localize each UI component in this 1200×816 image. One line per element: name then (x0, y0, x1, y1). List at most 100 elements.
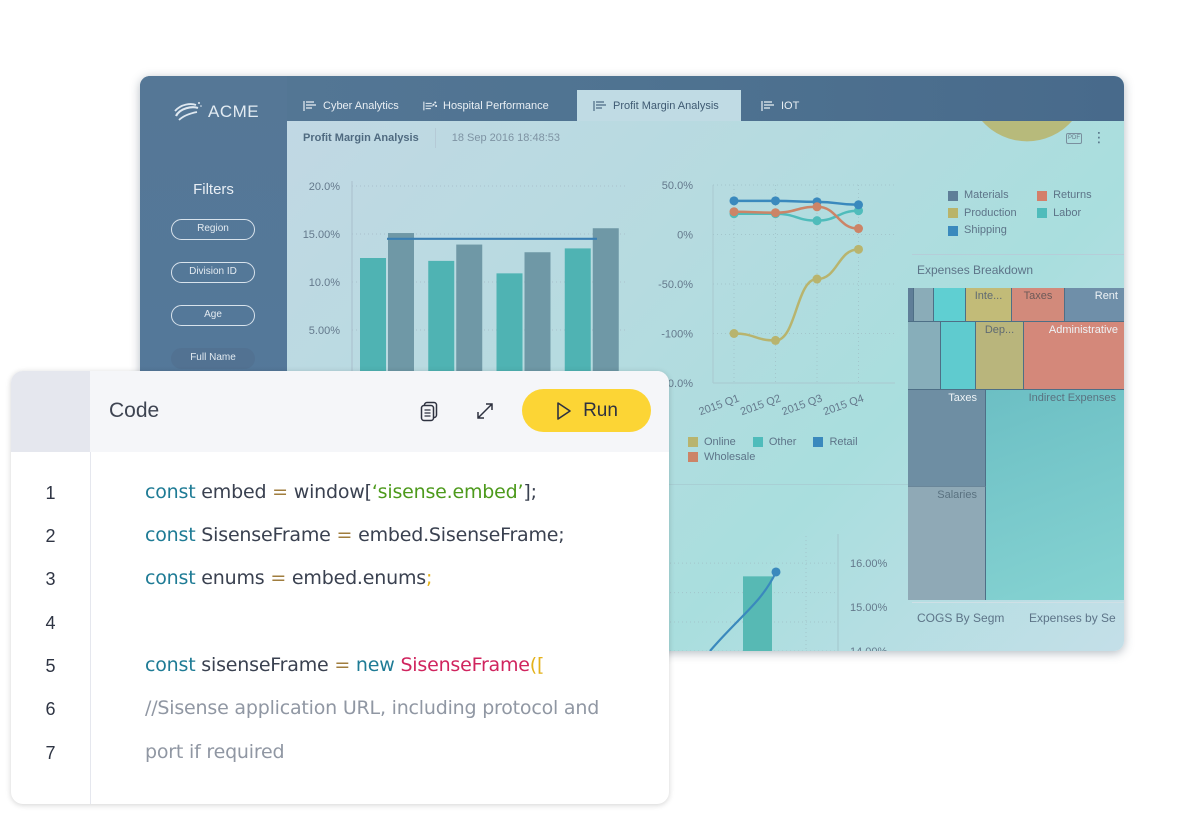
gutter-divider (90, 452, 91, 804)
data-point-wholesale (854, 224, 863, 234)
line-number: 1 (45, 483, 56, 503)
y-tick-label: 15.00% (850, 602, 888, 614)
treemap-label: Dep... (984, 324, 1015, 336)
treemap-cell-salaries[interactable]: Salaries (908, 486, 986, 600)
legend-item-other[interactable]: Other (752, 434, 797, 449)
legend-label: Other (768, 435, 797, 448)
tab-label: IOT (781, 99, 800, 112)
y-tick-label: 16.00% (850, 558, 888, 570)
dashboard-title: Profit Margin Analysis (303, 132, 419, 144)
filter-region[interactable]: Region (171, 219, 255, 240)
more-options-icon[interactable]: ⋮ (1092, 130, 1106, 144)
code-line: const embed = window[‘sisense.embed’]; (145, 481, 537, 503)
y-tick-label: 14.00% (850, 646, 888, 651)
filter-full-name[interactable]: Full Name (171, 348, 255, 369)
expenses-breakdown-title: Expenses Breakdown (917, 263, 1034, 277)
filter-age[interactable]: Age (171, 305, 255, 326)
panel-divider (665, 484, 910, 485)
treemap-label: Rent (1094, 290, 1118, 302)
tab-label: Cyber Analytics (323, 99, 399, 112)
treemap-label: Taxes (948, 392, 977, 404)
filter-division-id[interactable]: Division ID (171, 262, 255, 283)
treemap-cell-indirect-expenses[interactable]: Indirect Expenses (986, 389, 1124, 600)
legend-swatch (948, 208, 958, 218)
data-point-retail (854, 200, 863, 210)
y-tick-label: 5.00% (309, 325, 340, 337)
bar-series-1 (360, 258, 386, 381)
code-token: const (145, 524, 196, 546)
legend-label: Labor (1053, 206, 1082, 219)
treemap-label: Administrative (1048, 324, 1118, 336)
legend-label: Wholesale (704, 451, 756, 463)
cogs-by-segment-title: COGS By Segm (917, 611, 1005, 625)
treemap-cell-rent[interactable]: Rent (1065, 288, 1124, 321)
treemap-label: Salaries (937, 489, 977, 501)
y-tick-label: 20.0% (309, 181, 340, 193)
tab-iot[interactable]: IOT (761, 90, 799, 121)
legend-item-retail[interactable]: Retail (813, 434, 858, 449)
y-tick-label: 0% (677, 230, 693, 242)
code-token: const (145, 654, 196, 676)
legend-item-materials[interactable]: Materials (948, 188, 1020, 203)
legend-item-production[interactable]: Production (948, 206, 1020, 221)
code-line: const sisenseFrame = new SisenseFrame([ (145, 654, 544, 676)
legend-item-online[interactable]: Online (688, 434, 736, 449)
cost-pie-chart (982, 121, 1072, 142)
code-token: embed.SisenseFrame; (352, 524, 565, 546)
treemap-cell-interest[interactable]: Inte... (966, 288, 1012, 321)
code-token: const (145, 481, 196, 503)
treemap-cell-taxes-2[interactable]: Taxes (908, 389, 986, 486)
code-line: //Sisense application URL, including pro… (145, 697, 599, 719)
treemap-cell-depreciation[interactable]: Dep... (976, 321, 1024, 389)
legend-item-labor[interactable]: Labor (1037, 206, 1081, 221)
tab-hospital-performance[interactable]: Hospital Performance (423, 90, 549, 121)
code-token: SisenseFrame (195, 524, 337, 546)
treemap-cell-taxes[interactable]: Taxes (1012, 288, 1065, 321)
legend-label: Materials (964, 189, 1009, 201)
y-tick-label: -100% (661, 329, 693, 341)
treemap-cell (914, 288, 934, 321)
code-token: window[ (287, 481, 372, 503)
bar-list-icon (593, 100, 606, 111)
expand-button[interactable] (473, 399, 497, 423)
code-token: port if required (145, 741, 285, 763)
code-token: = (270, 567, 287, 589)
expenses-treemap: Inte... Taxes Rent Dep... Administrative… (908, 288, 1124, 600)
code-token: ([ (529, 654, 545, 676)
tab-cyber-analytics[interactable]: Cyber Analytics (303, 90, 399, 121)
copy-button[interactable] (417, 399, 441, 423)
treemap-cell (934, 288, 966, 321)
legend-item-returns[interactable]: Returns (1037, 188, 1092, 203)
y-tick-label: 50.0% (662, 180, 693, 192)
tab-profit-margin-analysis[interactable]: Profit Margin Analysis (577, 90, 741, 121)
y-tick-label: 10.0% (309, 277, 340, 289)
legend-swatch (1037, 190, 1048, 201)
data-point-online (812, 274, 822, 284)
bar-list-icon (303, 100, 316, 111)
run-button[interactable]: Run (522, 389, 651, 432)
bar-list-icon (761, 100, 774, 111)
code-token: = (336, 524, 353, 546)
code-token: //Sisense application URL, including pro… (145, 697, 600, 719)
segment-line-chart: 50.0%0%-50.0%-100%150.0%2015 Q12015 Q220… (656, 180, 895, 418)
code-token: enums (195, 567, 271, 589)
line-number: 6 (45, 699, 56, 719)
code-title: Code (109, 399, 160, 422)
code-token: sisenseFrame (195, 654, 335, 676)
bar-series-1 (496, 273, 523, 381)
code-panel: Code Run 1 const embed = window[‘sisense.… (11, 371, 669, 804)
line-number: 4 (45, 613, 56, 633)
code-line: port if required (145, 741, 285, 763)
brand-name: ACME (208, 102, 260, 121)
expenses-by-segment-title: Expenses by Se (1029, 611, 1116, 625)
brand-logo[interactable]: ACME (172, 100, 259, 124)
treemap-cell (908, 321, 941, 389)
code-token: embed (195, 481, 273, 503)
pie-slice-production (982, 121, 1072, 142)
legend-item-wholesale[interactable]: Wholesale (688, 450, 755, 465)
treemap-cell-administrative[interactable]: Administrative (1024, 321, 1124, 389)
tab-label: Hospital Performance (443, 99, 549, 112)
legend-item-shipping[interactable]: Shipping (948, 223, 1007, 238)
bar-series-2 (524, 252, 551, 381)
code-token: ]; (523, 481, 537, 503)
